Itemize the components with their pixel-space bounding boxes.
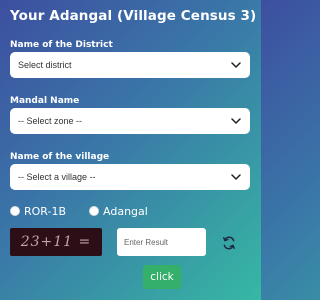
radio-circle[interactable]: [10, 206, 20, 216]
radio-label: ROR-1B: [24, 204, 67, 218]
captcha-image: 23+11 =: [10, 228, 102, 256]
chevron-down-icon: [230, 115, 242, 127]
mandal-label: Mandal Name: [10, 96, 80, 106]
mandal-select[interactable]: -- Select zone --: [10, 108, 250, 134]
district-select[interactable]: Select district: [10, 52, 250, 78]
district-select-value: Select district: [18, 60, 72, 70]
village-label: Name of the village: [10, 152, 110, 162]
village-select-value: -- Select a village --: [18, 172, 96, 182]
district-label: Name of the District: [10, 40, 113, 50]
village-select[interactable]: -- Select a village --: [10, 164, 250, 190]
submit-button[interactable]: click: [143, 265, 181, 289]
radio-adangal[interactable]: Adangal: [89, 205, 148, 218]
captcha-result-input[interactable]: [117, 228, 206, 256]
radio-label: Adangal: [103, 204, 148, 218]
radio-circle[interactable]: [89, 206, 100, 216]
mandal-select-value: -- Select zone --: [18, 116, 83, 126]
page-title: Your Adangal (Village Census 3): [10, 8, 257, 24]
chevron-down-icon: [230, 171, 242, 183]
report-type-radio-group: ROR-1B Adangal: [10, 203, 148, 219]
captcha-text: 23+11 =: [20, 234, 92, 250]
radio-ror-1b[interactable]: ROR-1B: [10, 205, 66, 218]
chevron-down-icon: [230, 59, 242, 71]
refresh-icon[interactable]: [222, 236, 236, 250]
